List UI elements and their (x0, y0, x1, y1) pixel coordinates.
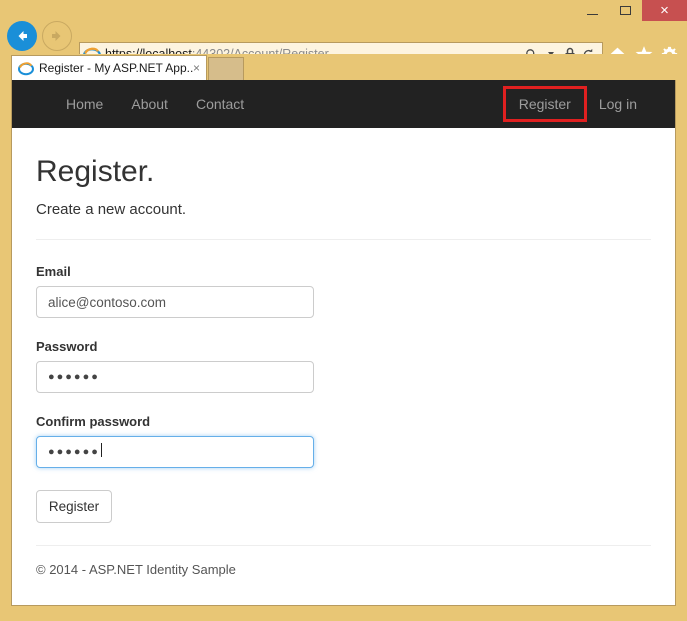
page-viewport: Home About Contact Register Log in Regis… (11, 80, 676, 606)
divider-top (36, 239, 651, 240)
close-icon: × (660, 2, 669, 19)
tab-title: Register - My ASP.NET App... (39, 61, 193, 75)
back-arrow-icon (18, 31, 27, 41)
divider-footer (36, 545, 651, 546)
page-content: Register. Create a new account. Email Pa… (12, 155, 675, 577)
password-value: ●●●●●● (48, 371, 100, 383)
forward-button[interactable] (42, 21, 72, 51)
password-field-group: Password ●●●●●● (36, 339, 651, 393)
confirm-password-field-group: Confirm password ●●●●●● (36, 414, 651, 468)
nav-link-register: Register (518, 96, 571, 112)
nav-link-about[interactable]: About (117, 80, 182, 128)
page-title: Register. (36, 155, 155, 188)
confirm-password-value: ●●●●●● (48, 446, 100, 458)
back-button[interactable] (7, 21, 37, 51)
title-bar: × (0, 0, 687, 21)
text-cursor (100, 443, 102, 457)
nav-link-register-wrapper[interactable]: Register (502, 80, 587, 128)
tab-strip: Register - My ASP.NET App... × (0, 54, 687, 80)
password-label: Password (36, 339, 98, 354)
confirm-password-input[interactable]: ●●●●●● (36, 436, 314, 468)
password-input[interactable]: ●●●●●● (36, 361, 314, 393)
forward-arrow-icon (52, 31, 61, 41)
ie-logo-icon (18, 62, 34, 76)
nav-link-login[interactable]: Log in (585, 80, 651, 128)
maximize-icon (620, 6, 631, 15)
email-label: Email (36, 264, 71, 279)
minimize-icon (587, 14, 598, 15)
browser-tab[interactable]: Register - My ASP.NET App... × (11, 55, 207, 80)
new-tab-button[interactable] (208, 57, 244, 80)
tab-close-icon[interactable]: × (193, 61, 200, 75)
email-field-group: Email (36, 264, 651, 318)
register-submit-button[interactable]: Register (36, 490, 112, 523)
site-navbar: Home About Contact Register Log in (12, 80, 675, 128)
confirm-password-label: Confirm password (36, 414, 151, 429)
nav-link-home[interactable]: Home (52, 80, 117, 128)
page-footer: © 2014 - ASP.NET Identity Sample (36, 562, 236, 577)
browser-toolbar: https://localhost:44302/Account/Register (0, 18, 687, 66)
browser-window: × https://localhost:44302/Account/Regist… (0, 0, 687, 621)
email-input[interactable] (36, 286, 314, 318)
site-nav-right: Register Log in (502, 80, 651, 128)
page-subtitle: Create a new account. (36, 201, 187, 218)
nav-link-contact[interactable]: Contact (182, 80, 258, 128)
site-nav-left: Home About Contact (52, 80, 258, 128)
